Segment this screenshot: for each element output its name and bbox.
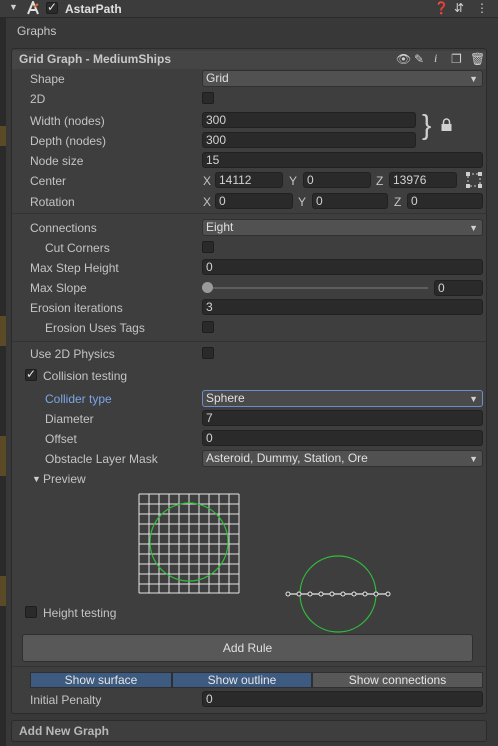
add-new-graph-label: Add New Graph <box>19 724 110 738</box>
connections-dropdown[interactable]: Eight ▼ <box>202 219 483 236</box>
erosion-iterations-field[interactable]: 3 <box>202 299 483 315</box>
trash-icon[interactable]: 🗑 <box>470 52 485 66</box>
height-testing-label: Height testing <box>43 606 117 620</box>
is2d-checkbox[interactable] <box>202 92 214 104</box>
rotation-z-label: Z <box>394 195 402 209</box>
rotation-label: Rotation <box>30 195 75 209</box>
collision-preview-grid <box>138 493 240 594</box>
graph-title: Grid Graph - MediumShips <box>19 52 172 66</box>
depth-label: Depth (nodes) <box>30 134 107 148</box>
obstacle-layer-mask-dropdown[interactable]: Asteroid, Dummy, Station, Ore ▼ <box>202 450 483 467</box>
show-connections-toggle[interactable]: Show connections <box>312 672 483 688</box>
component-header[interactable]: ▼ AstarPath ❓ ⇵ ⋮ <box>0 0 498 18</box>
max-step-height-field[interactable]: 0 <box>202 259 483 275</box>
width-field[interactable]: 300 <box>202 112 416 128</box>
snap-center-icon[interactable] <box>465 171 483 189</box>
cut-corners-label: Cut Corners <box>45 241 110 255</box>
cut-corners-checkbox[interactable] <box>202 241 214 253</box>
rotation-y-label: Y <box>298 195 307 209</box>
chevron-down-icon: ▼ <box>469 74 478 84</box>
erosion-uses-tags-checkbox[interactable] <box>202 321 214 333</box>
width-label: Width (nodes) <box>30 114 105 128</box>
erosion-iterations-label: Erosion iterations <box>30 301 123 315</box>
rotation-x-label: X <box>203 195 212 209</box>
divider <box>12 666 486 667</box>
use-2d-physics-label: Use 2D Physics <box>30 347 115 361</box>
collider-type-value: Sphere <box>206 391 245 405</box>
center-x-field[interactable]: 14112 <box>215 172 283 188</box>
component-title: AstarPath <box>65 2 122 16</box>
foldout-arrow-icon[interactable]: ▼ <box>9 2 18 12</box>
center-y-field[interactable]: 0 <box>303 172 371 188</box>
copy-icon[interactable]: ❐ <box>451 52 462 66</box>
add-rule-button[interactable]: Add Rule <box>22 634 473 662</box>
info-icon[interactable]: i <box>434 51 437 66</box>
divider <box>12 213 486 214</box>
initial-penalty-field[interactable]: 0 <box>202 691 483 707</box>
max-slope-field[interactable]: 0 <box>434 280 483 296</box>
collision-testing-checkbox[interactable] <box>25 367 37 381</box>
obstacle-layer-mask-value: Asteroid, Dummy, Station, Ore <box>206 451 368 465</box>
show-outline-toggle[interactable]: Show outline <box>172 672 312 688</box>
shape-label: Shape <box>30 72 65 86</box>
node-size-field[interactable]: 15 <box>202 152 483 168</box>
more-menu-icon[interactable]: ⋮ <box>476 1 488 15</box>
connections-value: Eight <box>206 220 234 234</box>
chevron-down-icon: ▼ <box>469 223 478 233</box>
preview-label[interactable]: Preview <box>43 472 86 486</box>
left-edge-strip <box>0 16 6 746</box>
center-y-label: Y <box>289 174 298 188</box>
height-testing-checkbox[interactable] <box>25 606 37 618</box>
max-slope-label: Max Slope <box>30 281 87 295</box>
divider <box>12 341 486 342</box>
center-x-label: X <box>203 174 212 188</box>
chevron-down-icon: ▼ <box>469 394 478 404</box>
node-size-label: Node size <box>30 154 84 168</box>
obstacle-layer-mask-label: Obstacle Layer Mask <box>45 452 158 466</box>
shape-value: Grid <box>206 71 229 85</box>
pencil-icon[interactable]: ✎ <box>414 52 424 66</box>
collider-type-dropdown[interactable]: Sphere ▼ <box>202 390 483 407</box>
rotation-y-field[interactable]: 0 <box>312 193 388 209</box>
edge-mark <box>0 576 6 606</box>
center-label: Center <box>30 174 67 188</box>
is2d-label: 2D <box>30 92 46 106</box>
offset-label: Offset <box>45 432 77 446</box>
center-z-label: Z <box>376 174 384 188</box>
initial-penalty-label: Initial Penalty <box>30 693 102 707</box>
edge-mark <box>0 316 6 346</box>
shape-dropdown[interactable]: Grid ▼ <box>202 70 483 87</box>
eye-icon[interactable]: 👁 <box>396 52 411 66</box>
max-slope-handle[interactable] <box>202 282 213 293</box>
rotation-x-field[interactable]: 0 <box>215 193 293 209</box>
lock-icon[interactable] <box>440 118 453 132</box>
diameter-field[interactable]: 7 <box>202 410 483 426</box>
diameter-label: Diameter <box>45 412 94 426</box>
max-step-height-label: Max Step Height <box>30 261 119 275</box>
center-z-field[interactable]: 13976 <box>389 172 457 188</box>
use-2d-physics-checkbox[interactable] <box>202 347 214 359</box>
astar-logo-icon <box>27 1 39 15</box>
aspect-bracket-icon: } <box>422 109 432 140</box>
component-enabled-checkbox[interactable] <box>46 0 58 14</box>
max-slope-track[interactable] <box>206 287 428 289</box>
collision-side-preview <box>285 555 391 633</box>
preset-icon[interactable]: ⇵ <box>454 1 464 15</box>
preview-foldout-icon[interactable]: ▼ <box>32 474 41 484</box>
edge-mark <box>0 436 6 476</box>
connections-label: Connections <box>30 221 97 235</box>
show-surface-toggle[interactable]: Show surface <box>30 672 172 688</box>
collider-type-label: Collider type <box>45 392 112 406</box>
edge-mark <box>0 126 6 146</box>
collision-testing-label: Collision testing <box>43 369 128 383</box>
rotation-z-field[interactable]: 0 <box>407 193 483 209</box>
erosion-uses-tags-label: Erosion Uses Tags <box>45 321 145 335</box>
graphs-label: Graphs <box>17 24 57 38</box>
chevron-down-icon: ▼ <box>469 454 478 464</box>
offset-field[interactable]: 0 <box>202 430 483 446</box>
depth-field[interactable]: 300 <box>202 132 416 148</box>
help-icon[interactable]: ❓ <box>434 1 449 15</box>
